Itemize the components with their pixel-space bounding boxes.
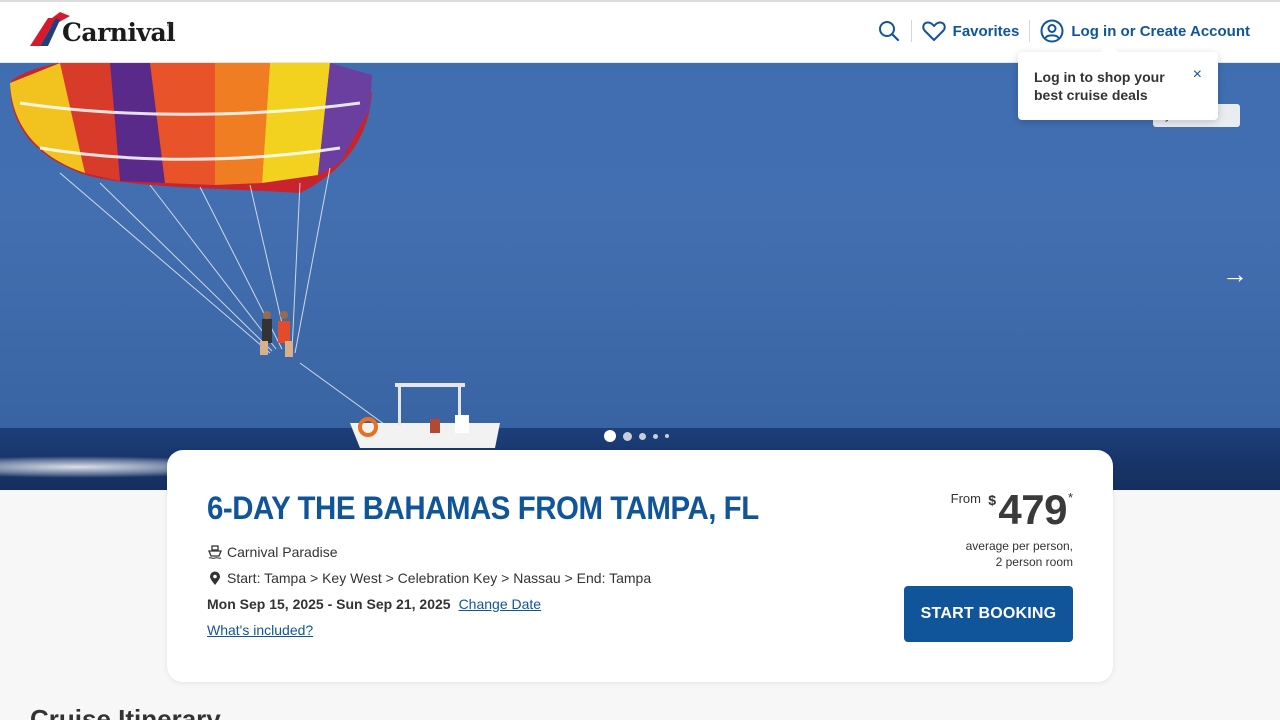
favorites-link[interactable]: Favorites [921, 20, 1020, 42]
user-account-icon [1040, 19, 1064, 43]
carousel-dot[interactable] [653, 433, 658, 439]
header-nav: Favorites Log in or Create Account [877, 16, 1250, 46]
login-label: Log in or Create Account [1071, 22, 1250, 40]
close-icon[interactable]: × [1193, 66, 1202, 84]
carousel-dot[interactable] [623, 431, 632, 441]
change-date-link[interactable]: Change Date [459, 596, 542, 612]
heart-icon [921, 21, 946, 41]
price-block: From $ 479 * average per person, 2 perso… [903, 486, 1073, 570]
price-note-line1: average per person, [965, 539, 1073, 553]
login-tooltip: Log in to shop your best cruise deals × [1018, 43, 1218, 120]
start-booking-button[interactable]: START BOOKING [904, 586, 1073, 642]
carousel-dot[interactable] [604, 430, 616, 442]
carousel-dot[interactable] [665, 434, 669, 438]
logo-wordmark: Carnival [62, 18, 176, 47]
carousel-dot[interactable] [639, 432, 646, 440]
login-link[interactable]: Log in or Create Account [1040, 19, 1250, 43]
price-line: From $ 479 * [903, 486, 1073, 533]
price-amount: 479 [998, 486, 1067, 533]
hero-carousel: y est → [0, 63, 1280, 490]
location-pin-icon [207, 570, 223, 586]
search-button[interactable] [877, 19, 901, 43]
price-asterisk: * [1067, 490, 1073, 505]
route-row: Start: Tampa > Key West > Celebration Ke… [207, 570, 651, 586]
carousel-next-arrow-icon[interactable]: → [1222, 259, 1248, 290]
registered-mark: ® [167, 22, 173, 29]
cruise-title: 6-DAY THE BAHAMAS FROM TAMPA, FL [207, 490, 759, 526]
cruise-itinerary-heading: Cruise Itinerary [30, 704, 221, 720]
ship-row: Carnival Paradise [207, 544, 338, 560]
parasail-image [10, 63, 500, 448]
carousel-dots [604, 430, 676, 442]
nav-divider [910, 20, 912, 42]
price-note-line2: 2 person room [995, 555, 1073, 569]
dates-row: Mon Sep 15, 2025 - Sun Sep 21, 2025 Chan… [207, 596, 541, 612]
route-text: Start: Tampa > Key West > Celebration Ke… [227, 570, 652, 586]
nav-divider [1029, 20, 1031, 42]
price-currency: $ [988, 492, 996, 508]
ship-name: Carnival Paradise [227, 544, 338, 560]
ship-icon [207, 544, 223, 560]
search-icon [878, 21, 899, 42]
price-from-label: From [950, 491, 981, 506]
sail-dates: Mon Sep 15, 2025 - Sun Sep 21, 2025 [207, 596, 451, 612]
price-note: average per person, 2 person room [903, 538, 1073, 570]
carnival-logo[interactable]: Carnival ® [30, 10, 180, 50]
favorites-label: Favorites [952, 22, 1020, 40]
tooltip-text: Log in to shop your best cruise deals [1034, 69, 1165, 103]
cruise-summary-card: 6-DAY THE BAHAMAS FROM TAMPA, FL Carniva… [167, 450, 1113, 682]
whats-included-link[interactable]: What's included? [207, 622, 313, 638]
